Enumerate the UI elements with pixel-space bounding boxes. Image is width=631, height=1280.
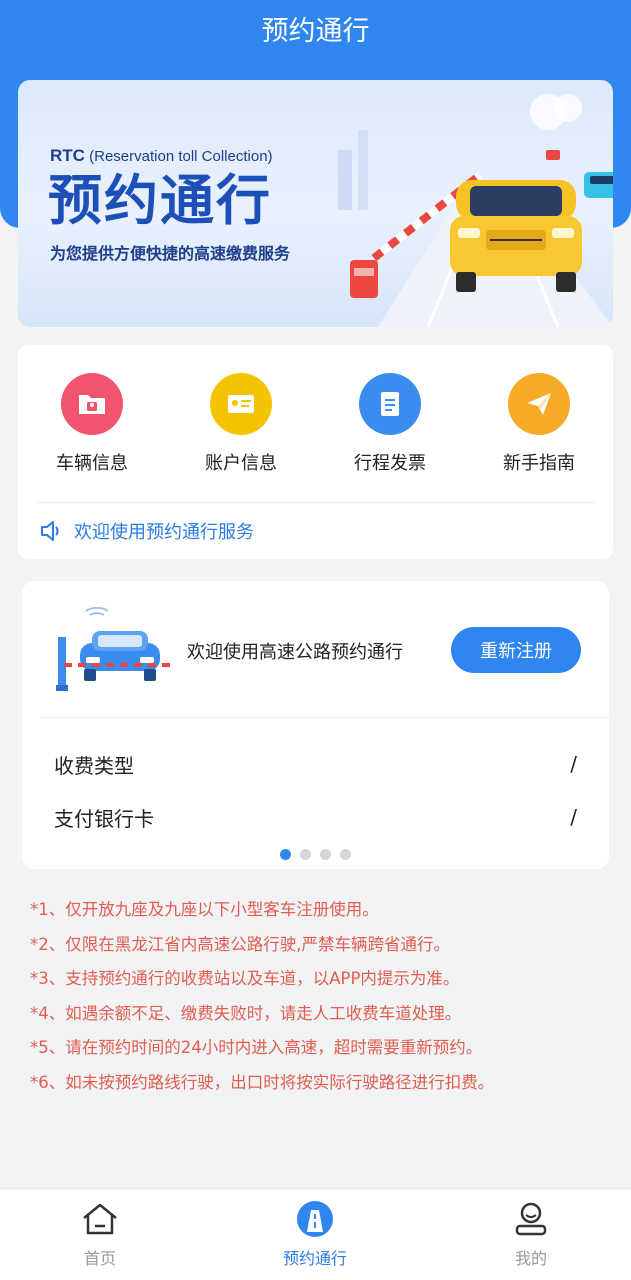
registration-welcome-text: 欢迎使用高速公路预约通行	[187, 642, 403, 663]
banner-description: 为您提供方便快捷的高速缴费服务	[50, 244, 291, 263]
notice-bar[interactable]: 欢迎使用预约通行服务	[40, 513, 254, 549]
rules-list: *1、仅开放九座及九座以下小型客车注册使用。 *2、仅限在黑龙江省内高速公路行驶…	[30, 893, 620, 1100]
menu-item-label: 行程发票	[354, 453, 426, 474]
rule-item: *3、支持预约通行的收费站以及车道，以APP内提示为准。	[30, 969, 460, 988]
nav-mine-label: 我的	[514, 1249, 547, 1268]
banner-title: 预约通行	[48, 169, 272, 232]
menu-item-vehicle-info[interactable]: 车辆信息	[22, 373, 162, 475]
rule-item: *4、如遇余额不足、缴费失败时，请走人工收费车道处理。	[30, 1003, 462, 1023]
carousel-dot[interactable]	[300, 849, 311, 860]
id-card-icon	[210, 373, 272, 435]
menu-item-trip-invoice[interactable]: 行程发票	[320, 373, 460, 475]
vehicle-folder-icon	[61, 373, 123, 435]
menu-item-account-info[interactable]: 账户信息	[171, 373, 311, 475]
menu-item-label: 账户信息	[205, 453, 277, 474]
notice-text: 欢迎使用预约通行服务	[74, 522, 254, 543]
nav-home-label: 首页	[83, 1249, 116, 1268]
nav-home[interactable]: 首页	[40, 1199, 160, 1269]
nav-reservation[interactable]: 预约通行	[255, 1199, 375, 1269]
quick-menu-card: 车辆信息 账户信息 行程发票 新手指南 欢迎使用预约通行服务	[18, 345, 613, 559]
home-icon	[80, 1199, 120, 1239]
invoice-icon	[359, 373, 421, 435]
banner-subtitle: RTC (Reservation toll Collection)	[50, 146, 273, 166]
registration-card: 欢迎使用高速公路预约通行 重新注册 收费类型 / 支付银行卡 /	[22, 581, 609, 869]
re-register-button[interactable]: 重新注册	[451, 627, 581, 673]
rule-item: *5、请在预约时间的24小时内进入高速，超时需要重新预约。	[30, 1038, 483, 1057]
user-icon	[511, 1199, 551, 1239]
carousel-dot-active[interactable]	[280, 849, 291, 860]
menu-item-label: 车辆信息	[56, 453, 128, 474]
toll-gate-car-illustration	[338, 94, 613, 327]
nav-mine[interactable]: 我的	[471, 1199, 591, 1269]
toll-type-label: 收费类型	[54, 753, 134, 778]
toll-type-row[interactable]: 收费类型 /	[54, 749, 577, 779]
speaker-icon	[41, 521, 59, 541]
bottom-nav: 首页 预约通行 我的	[0, 1188, 631, 1280]
bank-card-label: 支付银行卡	[54, 806, 154, 831]
banner-rtc: RTC	[50, 146, 85, 165]
menu-item-label: 新手指南	[503, 453, 575, 474]
rule-item: *2、仅限在黑龙江省内高速公路行驶,严禁车辆跨省通行。	[30, 934, 450, 954]
menu-divider	[36, 502, 595, 503]
promo-banner[interactable]: RTC (Reservation toll Collection) 预约通行 为…	[18, 80, 613, 327]
toll-type-value: /	[570, 752, 577, 776]
car-barrier-illustration	[56, 607, 170, 691]
bank-card-value: /	[570, 805, 577, 829]
registration-divider	[40, 717, 609, 718]
rule-item: *6、如未按预约路线行驶，出口时将按实际行驶路径进行扣费。	[30, 1072, 495, 1092]
nav-reservation-label: 预约通行	[282, 1249, 347, 1268]
banner-subtitle-text: (Reservation toll Collection)	[89, 148, 273, 165]
carousel-dot[interactable]	[340, 849, 351, 860]
carousel-dot[interactable]	[320, 849, 331, 860]
menu-item-beginner-guide[interactable]: 新手指南	[469, 373, 609, 475]
page-title: 预约通行	[261, 16, 370, 47]
paper-plane-icon	[508, 373, 570, 435]
carousel-indicator	[22, 849, 609, 860]
bank-card-row[interactable]: 支付银行卡 /	[54, 802, 577, 832]
road-icon	[295, 1199, 335, 1239]
rule-item: *1、仅开放九座及九座以下小型客车注册使用。	[30, 900, 379, 919]
